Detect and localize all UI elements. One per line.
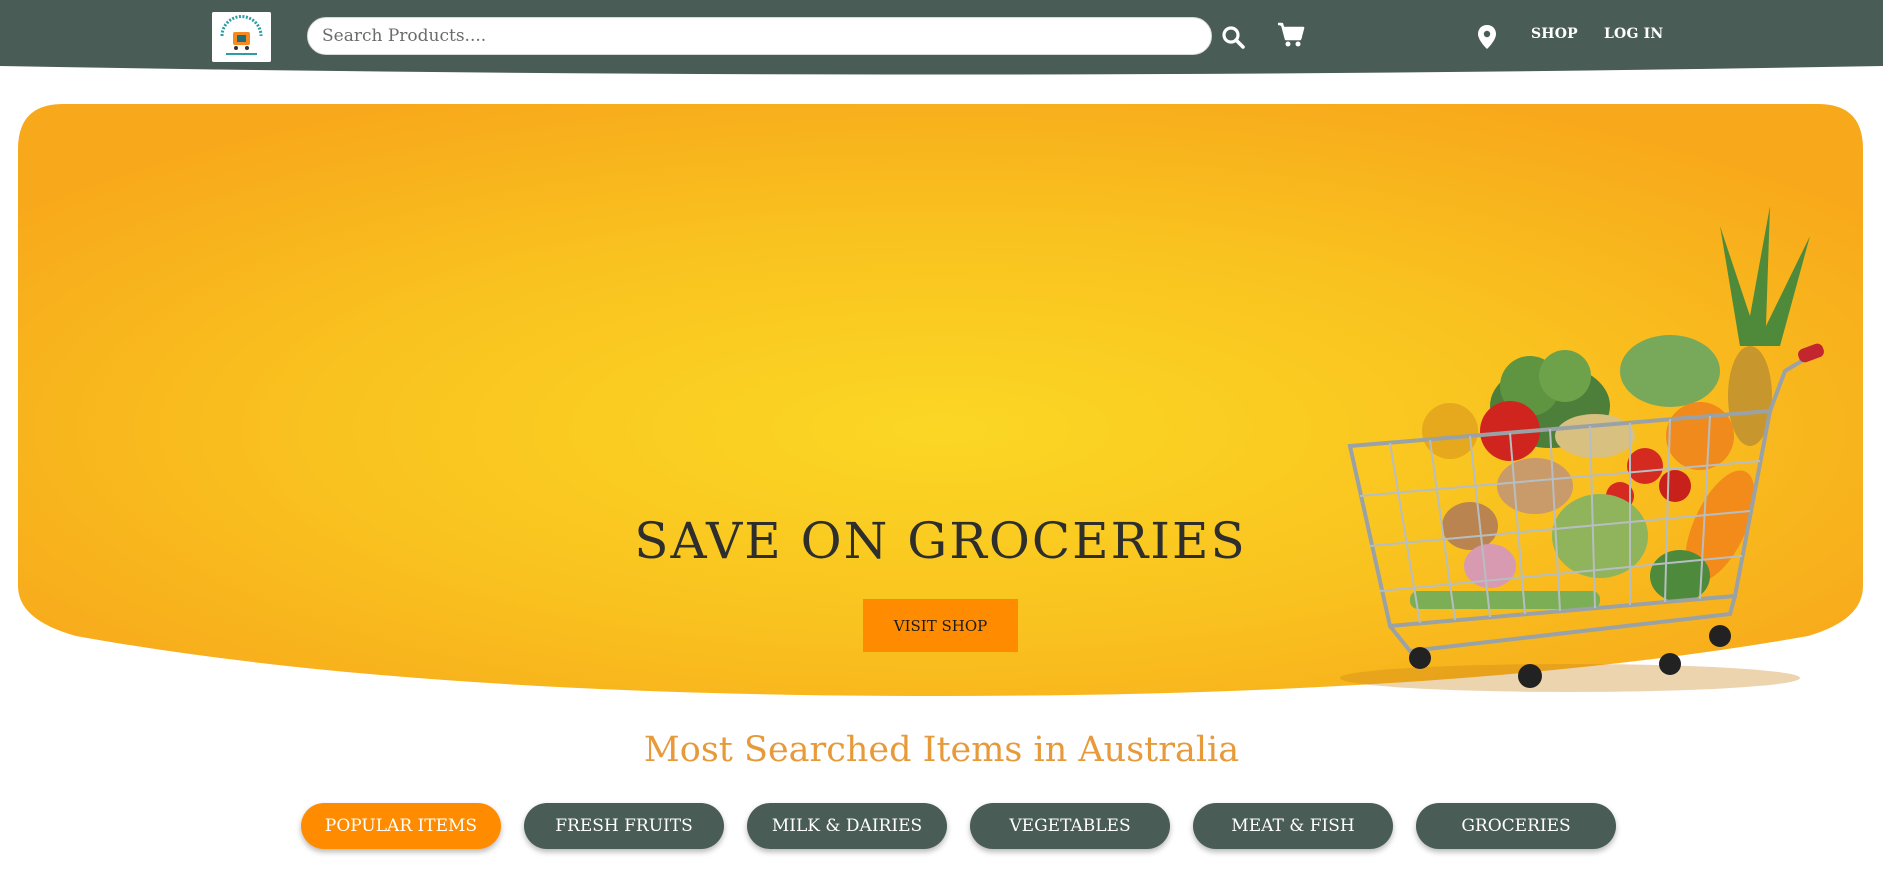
tab-vegetables[interactable]: VEGETABLES: [970, 803, 1170, 849]
nav-shop-link[interactable]: SHOP: [1531, 26, 1578, 42]
search-input[interactable]: [307, 17, 1212, 55]
section-title: Most Searched Items in Australia: [643, 730, 1240, 770]
tab-popular-items[interactable]: POPULAR ITEMS: [301, 803, 501, 849]
tab-meat-fish[interactable]: MEAT & FISH: [1193, 803, 1393, 849]
cart-icon[interactable]: [1276, 20, 1306, 50]
site-logo[interactable]: [212, 12, 271, 62]
hero-banner: SAVE ON GROCERIES VISIT SHOP: [18, 104, 1863, 698]
tab-groceries[interactable]: GROCERIES: [1416, 803, 1616, 849]
top-navbar: SHOP LOG IN: [0, 0, 1883, 78]
visit-shop-button[interactable]: VISIT SHOP: [863, 599, 1018, 652]
grocery-cart-illustration: [1340, 206, 1824, 692]
hero-title: SAVE ON GROCERIES: [634, 512, 1247, 570]
tab-fresh-fruits[interactable]: FRESH FRUITS: [524, 803, 724, 849]
nav-login-link[interactable]: LOG IN: [1604, 26, 1663, 42]
category-tabs: POPULAR ITEMS FRESH FRUITS MILK & DAIRIE…: [0, 803, 1883, 849]
location-pin-icon[interactable]: [1475, 22, 1499, 52]
search-icon[interactable]: [1219, 22, 1247, 52]
tab-milk-dairies[interactable]: MILK & DAIRIES: [747, 803, 947, 849]
